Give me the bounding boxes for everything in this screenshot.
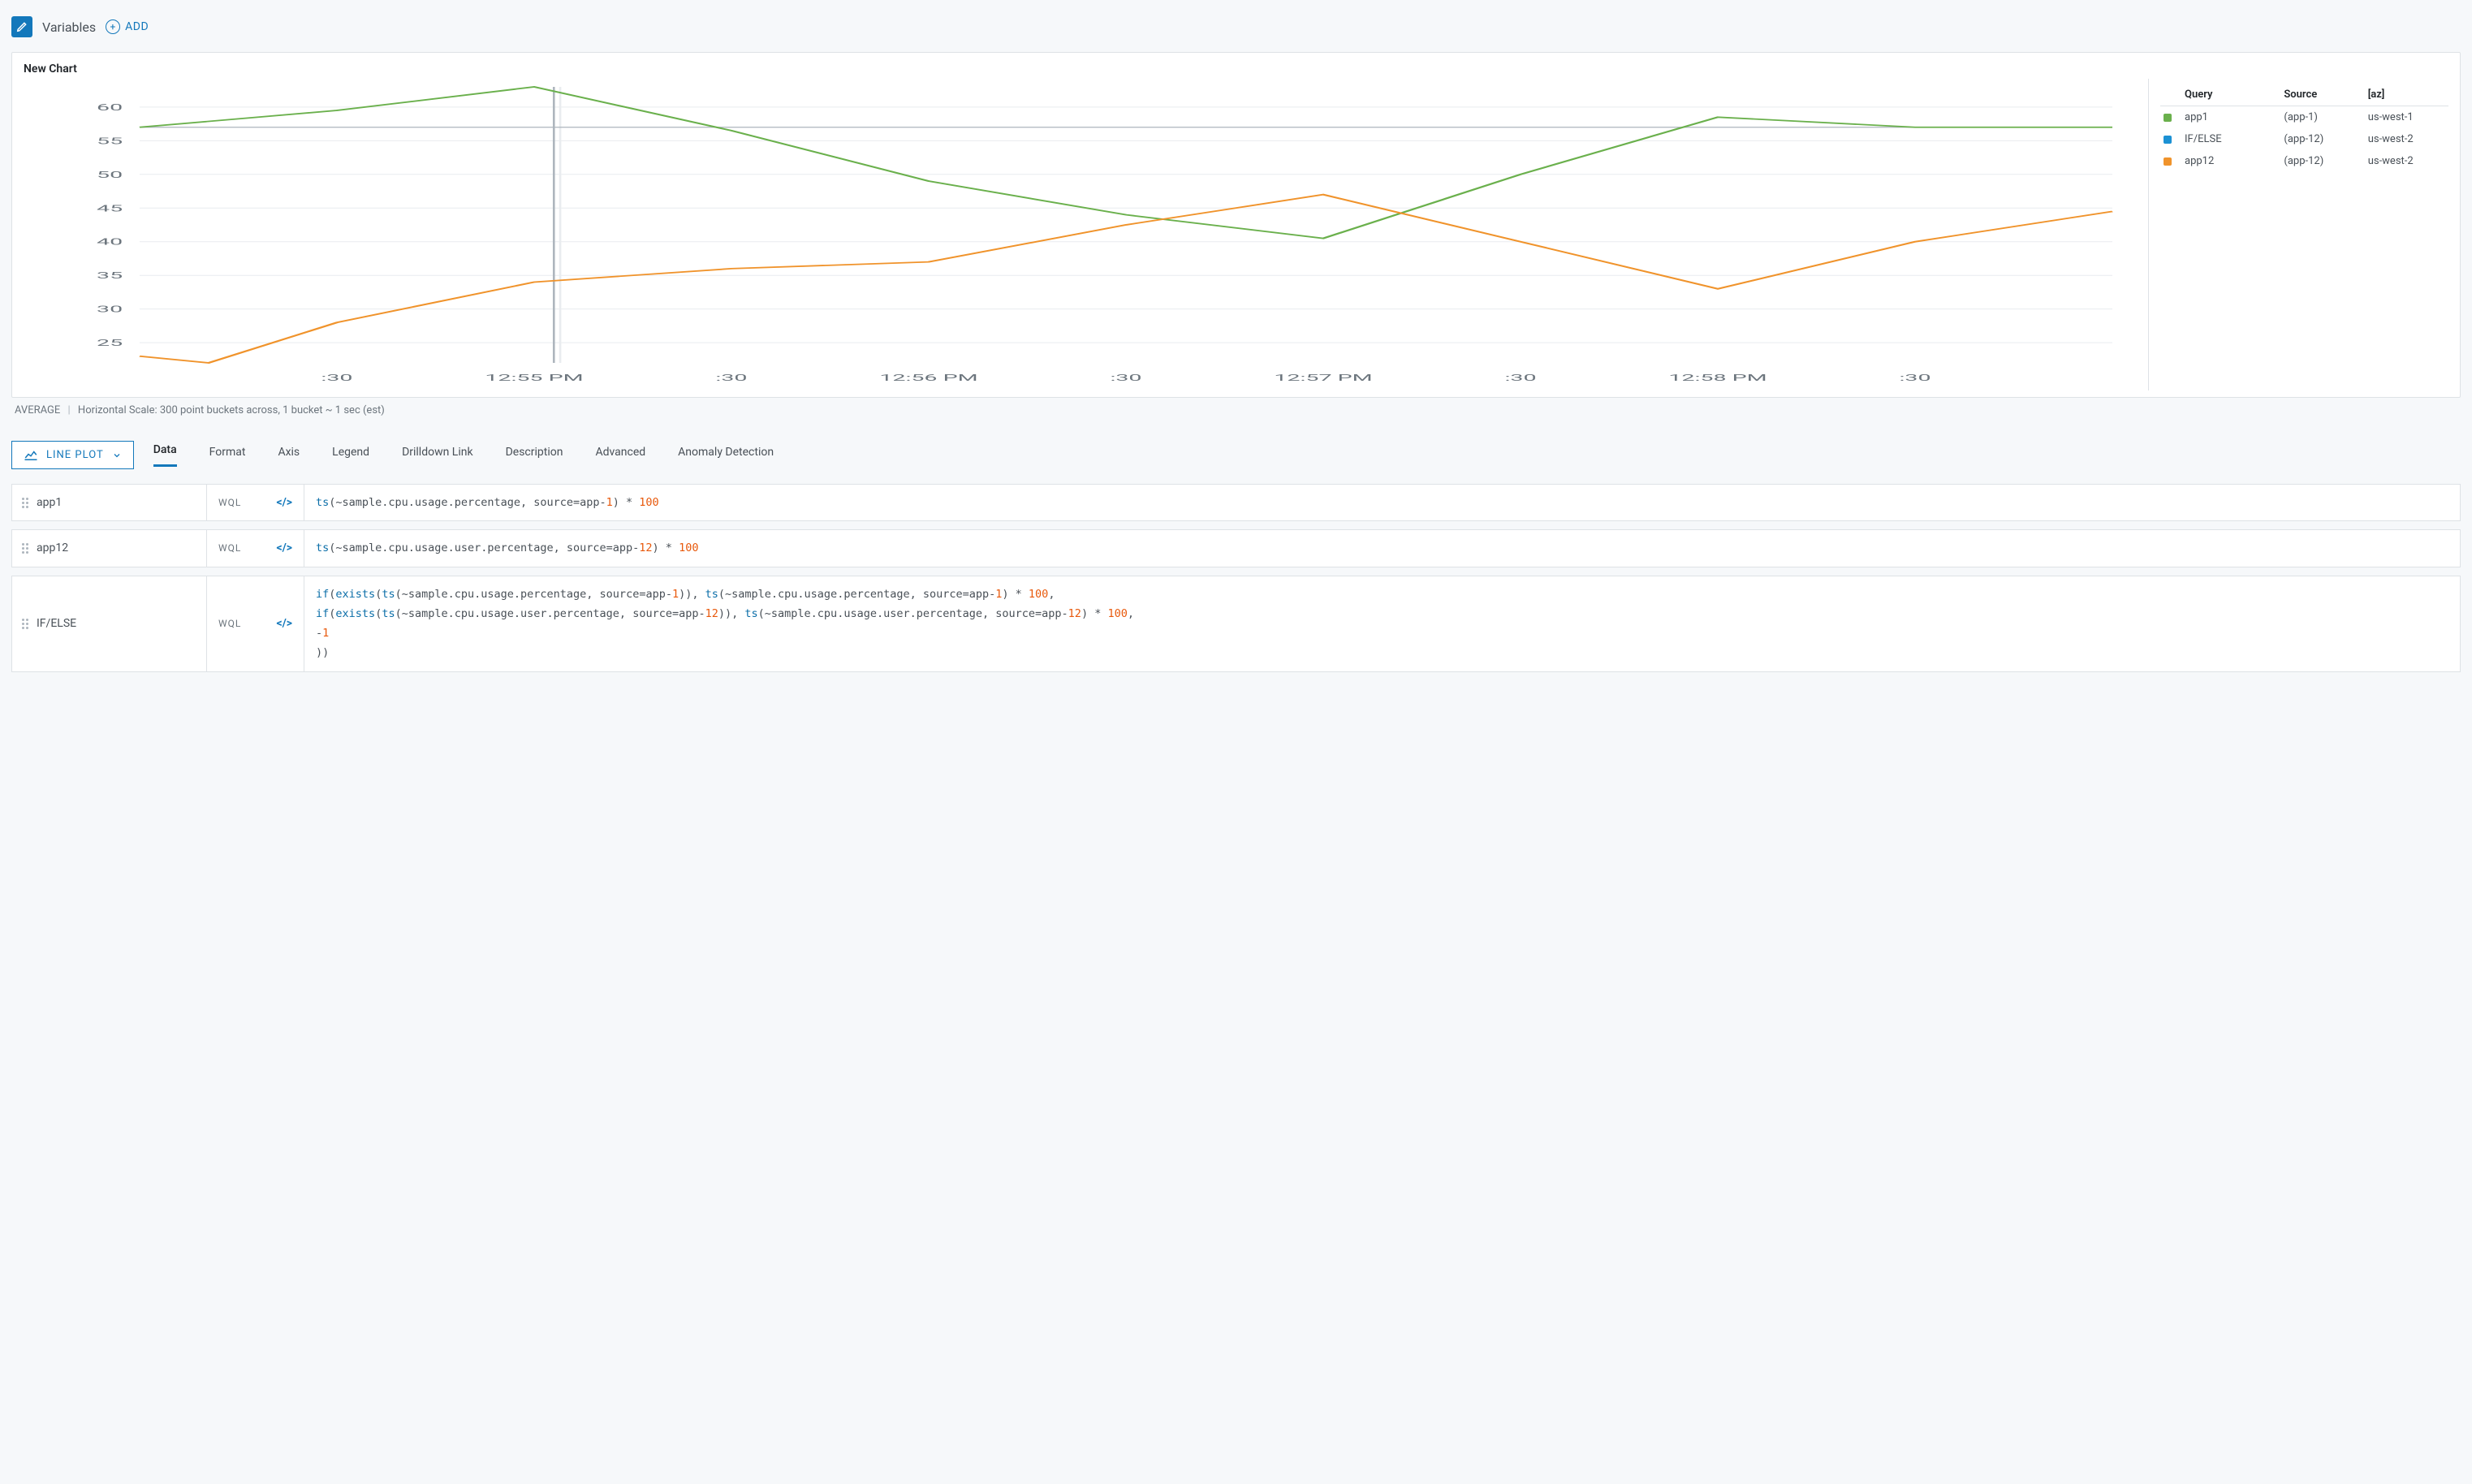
legend-row[interactable]: app12 (app-12) us-west-2 — [2160, 150, 2448, 172]
svg-text:12:57 PM: 12:57 PM — [1274, 373, 1372, 383]
query-lang-label: WQL — [218, 618, 241, 629]
query-name-label: app1 — [37, 496, 62, 509]
legend-az: us-west-1 — [2368, 111, 2445, 123]
svg-text:12:55 PM: 12:55 PM — [485, 373, 583, 383]
svg-text:40: 40 — [97, 237, 123, 248]
query-name-label: app12 — [37, 541, 68, 554]
legend-header-az: [az] — [2368, 88, 2445, 101]
drag-handle-icon[interactable] — [22, 619, 28, 629]
svg-text::30: :30 — [321, 373, 352, 383]
tab-data[interactable]: Data — [153, 443, 177, 467]
config-tabs: Data Format Axis Legend Drilldown Link Descri… — [153, 443, 774, 467]
chart-canvas[interactable]: 25 30 35 40 45 50 55 60 :30 12:55 PM :30 12:56 PM :3… — [24, 79, 2133, 390]
code-editor-toggle[interactable]: </> — [276, 541, 292, 554]
tab-legend[interactable]: Legend — [332, 446, 369, 467]
chevron-down-icon — [112, 451, 122, 460]
tab-drilldown-link[interactable]: Drilldown Link — [402, 446, 473, 467]
svg-text::30: :30 — [715, 373, 747, 383]
drag-handle-icon[interactable] — [22, 498, 28, 508]
query-name-cell[interactable]: app1 — [12, 485, 207, 520]
legend-header: Query Source [az] — [2160, 84, 2448, 106]
query-expression[interactable]: ts(~sample.cpu.usage.user.percentage, so… — [304, 530, 2460, 566]
chart-footer: AVERAGE | Horizontal Scale: 300 point bu… — [11, 398, 2461, 420]
svg-text:12:56 PM: 12:56 PM — [879, 373, 977, 383]
add-variable-label: ADD — [125, 20, 149, 33]
tab-anomaly-detection[interactable]: Anomaly Detection — [678, 446, 774, 467]
legend-query-name: app12 — [2185, 155, 2277, 167]
query-lang-cell: WQL </> — [207, 485, 304, 520]
legend-az: us-west-2 — [2368, 133, 2445, 145]
legend-header-query: Query — [2185, 88, 2277, 101]
query-lang-cell: WQL </> — [207, 576, 304, 671]
query-row: app12 WQL </> ts(~sample.cpu.usage.user.… — [11, 529, 2461, 567]
svg-text:55: 55 — [97, 136, 123, 147]
query-row: IF/ELSE WQL </> if(exists(ts(~sample.cpu… — [11, 576, 2461, 672]
tab-axis[interactable]: Axis — [278, 446, 300, 467]
line-chart-icon — [24, 450, 38, 461]
tab-advanced[interactable]: Advanced — [595, 446, 645, 467]
svg-text:12:58 PM: 12:58 PM — [1668, 373, 1767, 383]
legend-swatch — [2164, 114, 2172, 122]
chart-legend: Query Source [az] app1 (app-1) us-west-1… — [2148, 79, 2448, 390]
variables-label: Variables — [42, 19, 96, 35]
chart-title: New Chart — [24, 63, 2448, 75]
plot-type-label: LINE PLOT — [46, 449, 104, 461]
svg-text::30: :30 — [1110, 373, 1141, 383]
legend-row[interactable]: IF/ELSE (app-12) us-west-2 — [2160, 128, 2448, 150]
variables-bar: Variables + ADD — [11, 8, 2461, 52]
chart-config-tabs-row: LINE PLOT Data Format Axis Legend Drilldown … — [11, 441, 2461, 469]
legend-source: (app-12) — [2284, 155, 2361, 167]
horizontal-scale-label: Horizontal Scale: 300 point buckets acro… — [78, 404, 385, 416]
legend-source: (app-12) — [2284, 133, 2361, 145]
pencil-icon — [16, 21, 28, 32]
svg-text:60: 60 — [97, 102, 123, 113]
legend-row[interactable]: app1 (app-1) us-west-1 — [2160, 106, 2448, 128]
svg-text:45: 45 — [97, 204, 123, 214]
svg-text:50: 50 — [97, 170, 123, 180]
svg-text:30: 30 — [97, 304, 123, 315]
code-editor-toggle[interactable]: </> — [276, 617, 292, 630]
legend-swatch — [2164, 136, 2172, 144]
legend-query-name: IF/ELSE — [2185, 133, 2277, 145]
legend-az: us-west-2 — [2368, 155, 2445, 167]
plot-type-selector[interactable]: LINE PLOT — [11, 441, 134, 469]
query-expression[interactable]: ts(~sample.cpu.usage.percentage, source=… — [304, 485, 2460, 520]
query-name-label: IF/ELSE — [37, 617, 76, 630]
svg-text:35: 35 — [97, 271, 123, 282]
legend-swatch — [2164, 157, 2172, 166]
tab-description[interactable]: Description — [506, 446, 563, 467]
svg-text:25: 25 — [97, 338, 123, 348]
legend-header-source: Source — [2284, 88, 2361, 101]
query-lang-label: WQL — [218, 542, 241, 554]
add-variable-button[interactable]: + ADD — [106, 19, 149, 34]
tab-format[interactable]: Format — [209, 446, 246, 467]
edit-dashboard-button[interactable] — [11, 16, 32, 37]
query-lang-label: WQL — [218, 497, 241, 508]
query-expression[interactable]: if(exists(ts(~sample.cpu.usage.percentag… — [304, 576, 2460, 671]
aggregation-label: AVERAGE — [15, 404, 60, 416]
legend-source: (app-1) — [2284, 111, 2361, 123]
query-name-cell[interactable]: app12 — [12, 530, 207, 566]
query-lang-cell: WQL </> — [207, 530, 304, 566]
chart-panel: New Chart 25 30 35 40 45 50 55 60 :30 12:55 PM :30… — [11, 52, 2461, 398]
drag-handle-icon[interactable] — [22, 543, 28, 554]
query-name-cell[interactable]: IF/ELSE — [12, 576, 207, 671]
svg-text::30: :30 — [1504, 373, 1536, 383]
query-row: app1 WQL </> ts(~sample.cpu.usage.percen… — [11, 484, 2461, 521]
plus-icon: + — [106, 19, 120, 34]
query-list: app1 WQL </> ts(~sample.cpu.usage.percen… — [11, 484, 2461, 672]
code-editor-toggle[interactable]: </> — [276, 496, 292, 509]
legend-query-name: app1 — [2185, 111, 2277, 123]
svg-text::30: :30 — [1899, 373, 1931, 383]
